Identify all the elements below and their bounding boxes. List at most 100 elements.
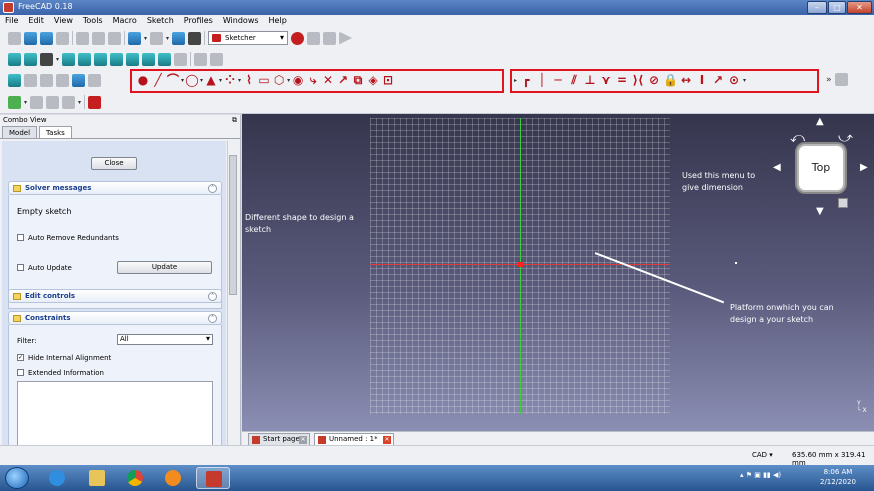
sketch-origin-point[interactable] [518,262,523,267]
circle-icon[interactable]: ◯ [185,73,199,87]
collapse-icon[interactable]: ⌃ [208,184,217,193]
front-view-icon[interactable] [78,52,92,66]
measure-distance-icon[interactable] [174,52,188,66]
internet-explorer-button[interactable] [40,467,74,489]
lock-constraint-icon[interactable]: 🔒 [663,73,678,87]
taskbar-clock[interactable]: 8:06 AM 2/12/2020 [820,467,856,487]
draw-style-dropdown-icon[interactable]: ▾ [56,56,59,63]
perpendicular-constraint-icon[interactable]: ⊥ [583,73,597,87]
minimize-button[interactable]: – [807,1,827,14]
symmetric-constraint-icon[interactable]: ⟩⟨ [631,73,645,87]
construction-mode-icon[interactable]: ⊡ [381,73,395,87]
system-tray[interactable]: ▴ ⚑ ▣ ▮▮ ◀) [740,471,781,479]
constraints-list[interactable] [17,381,213,445]
hide-internal-checkbox[interactable]: ✓ [17,354,24,361]
sketcher-tools-icon[interactable] [834,73,848,86]
polyline-icon[interactable]: ⌇ [242,73,256,87]
menu-file[interactable]: File [0,15,23,27]
bspline-combs-icon[interactable] [62,95,76,109]
scrollbar-thumb[interactable] [229,155,237,295]
create-group-icon[interactable] [210,52,224,66]
sketch-viewport[interactable]: Different shape to design a sketch Used … [242,114,874,431]
nav-up-arrow-icon[interactable]: ▲ [816,116,824,127]
circle-dropdown-icon[interactable]: ▾ [200,77,203,84]
map-sketch-icon[interactable] [24,74,37,87]
arc-icon[interactable]: ⌒ [166,73,180,87]
right-view-icon[interactable] [110,52,124,66]
chrome-button[interactable] [118,467,152,489]
polygon-icon[interactable]: ⬡ [272,73,286,87]
bspline-knots-icon[interactable] [46,95,60,109]
redo-dropdown-icon[interactable]: ▾ [166,35,169,42]
arc-dropdown-icon[interactable]: ▾ [181,77,184,84]
task-panel-scrollbar[interactable] [227,141,237,445]
view-sketch-icon[interactable] [8,74,21,87]
menu-macro[interactable]: Macro [108,15,142,27]
reorient-sketch-icon[interactable] [56,74,69,87]
redo-icon[interactable] [150,31,164,45]
navcube-menu-icon[interactable] [838,198,848,208]
vertical-constraint-icon[interactable]: │ [535,73,549,87]
close-tab-icon[interactable]: ✕ [299,436,307,444]
edit-macro-icon[interactable] [323,31,337,45]
navcube-face-top[interactable]: Top [799,146,843,190]
bspline-dropdown-icon[interactable]: ▾ [238,77,241,84]
external-geometry-icon[interactable]: ⧉ [351,73,365,87]
close-tab-icon[interactable]: ✕ [383,436,391,444]
bspline-dropdown-icon[interactable]: ▾ [78,99,81,106]
tangent-constraint-icon[interactable]: ⋎ [599,73,613,87]
parallel-constraint-icon[interactable]: ⫽ [567,73,581,87]
menu-windows[interactable]: Windows [218,15,264,27]
close-window-button[interactable]: ✕ [847,1,872,14]
paste-icon[interactable] [108,31,121,45]
freecad-taskbar-button[interactable] [196,467,230,489]
expand-icon[interactable]: ⌃ [208,292,217,301]
block-constraint-icon[interactable]: ⊘ [647,73,661,87]
auto-update-checkbox[interactable] [17,264,24,271]
stop-macro-icon[interactable] [307,31,321,45]
bspline-icon[interactable]: ⁘ [223,73,237,87]
leave-sketch-icon[interactable] [40,74,53,87]
new-sketch-dropdown-icon[interactable]: ▾ [24,99,27,106]
validate-sketch-icon[interactable] [72,74,85,87]
rectangle-icon[interactable]: ▭ [257,73,271,87]
menu-tools[interactable]: Tools [78,15,108,27]
horizontal-distance-icon[interactable]: ↔ [679,73,693,87]
fillet-icon[interactable]: ⤷ [306,73,320,87]
carbon-copy-icon[interactable]: ◈ [366,73,380,87]
start-button[interactable] [5,467,29,489]
whats-this-icon[interactable] [188,31,202,45]
undo-icon[interactable] [128,31,141,45]
menu-edit[interactable]: Edit [23,15,49,27]
trim-icon[interactable]: ✕ [321,73,335,87]
update-button[interactable]: Update [117,261,212,274]
menu-sketch[interactable]: Sketch [142,15,179,27]
left-view-icon[interactable] [158,52,172,66]
conic-icon[interactable]: ▲ [204,73,218,87]
workbench-selector[interactable]: Sketcher [208,31,289,45]
cut-icon[interactable] [76,31,89,45]
bottom-view-icon[interactable] [142,52,156,66]
menu-view[interactable]: View [49,15,78,27]
horizontal-constraint-icon[interactable]: ─ [551,73,565,87]
edit-controls-header[interactable]: Edit controls ⌃ [8,289,222,303]
tab-tasks[interactable]: Tasks [39,126,72,138]
menu-profiles[interactable]: Profiles [179,15,218,27]
polygon-dropdown-icon[interactable]: ▾ [287,77,290,84]
more-tools-chevron[interactable]: » [826,75,832,85]
solver-messages-header[interactable]: Solver messages ⌃ [8,181,222,195]
nav-down-arrow-icon[interactable]: ▼ [816,206,824,217]
media-player-button[interactable] [156,467,190,489]
maximize-button[interactable]: □ [828,1,846,14]
file-explorer-button[interactable] [80,467,114,489]
vertical-distance-icon[interactable]: Ⅰ [695,73,709,87]
extend-icon[interactable]: ↗ [336,73,350,87]
top-view-icon[interactable] [94,52,108,66]
equal-constraint-icon[interactable]: = [615,73,629,87]
constraints-header[interactable]: Constraints ⌃ [8,311,222,325]
point-icon[interactable]: ● [136,73,150,87]
menu-help[interactable]: Help [264,15,292,27]
save-icon[interactable] [40,31,53,45]
auto-remove-checkbox[interactable] [17,234,24,241]
merge-sketches-icon[interactable] [88,74,101,87]
